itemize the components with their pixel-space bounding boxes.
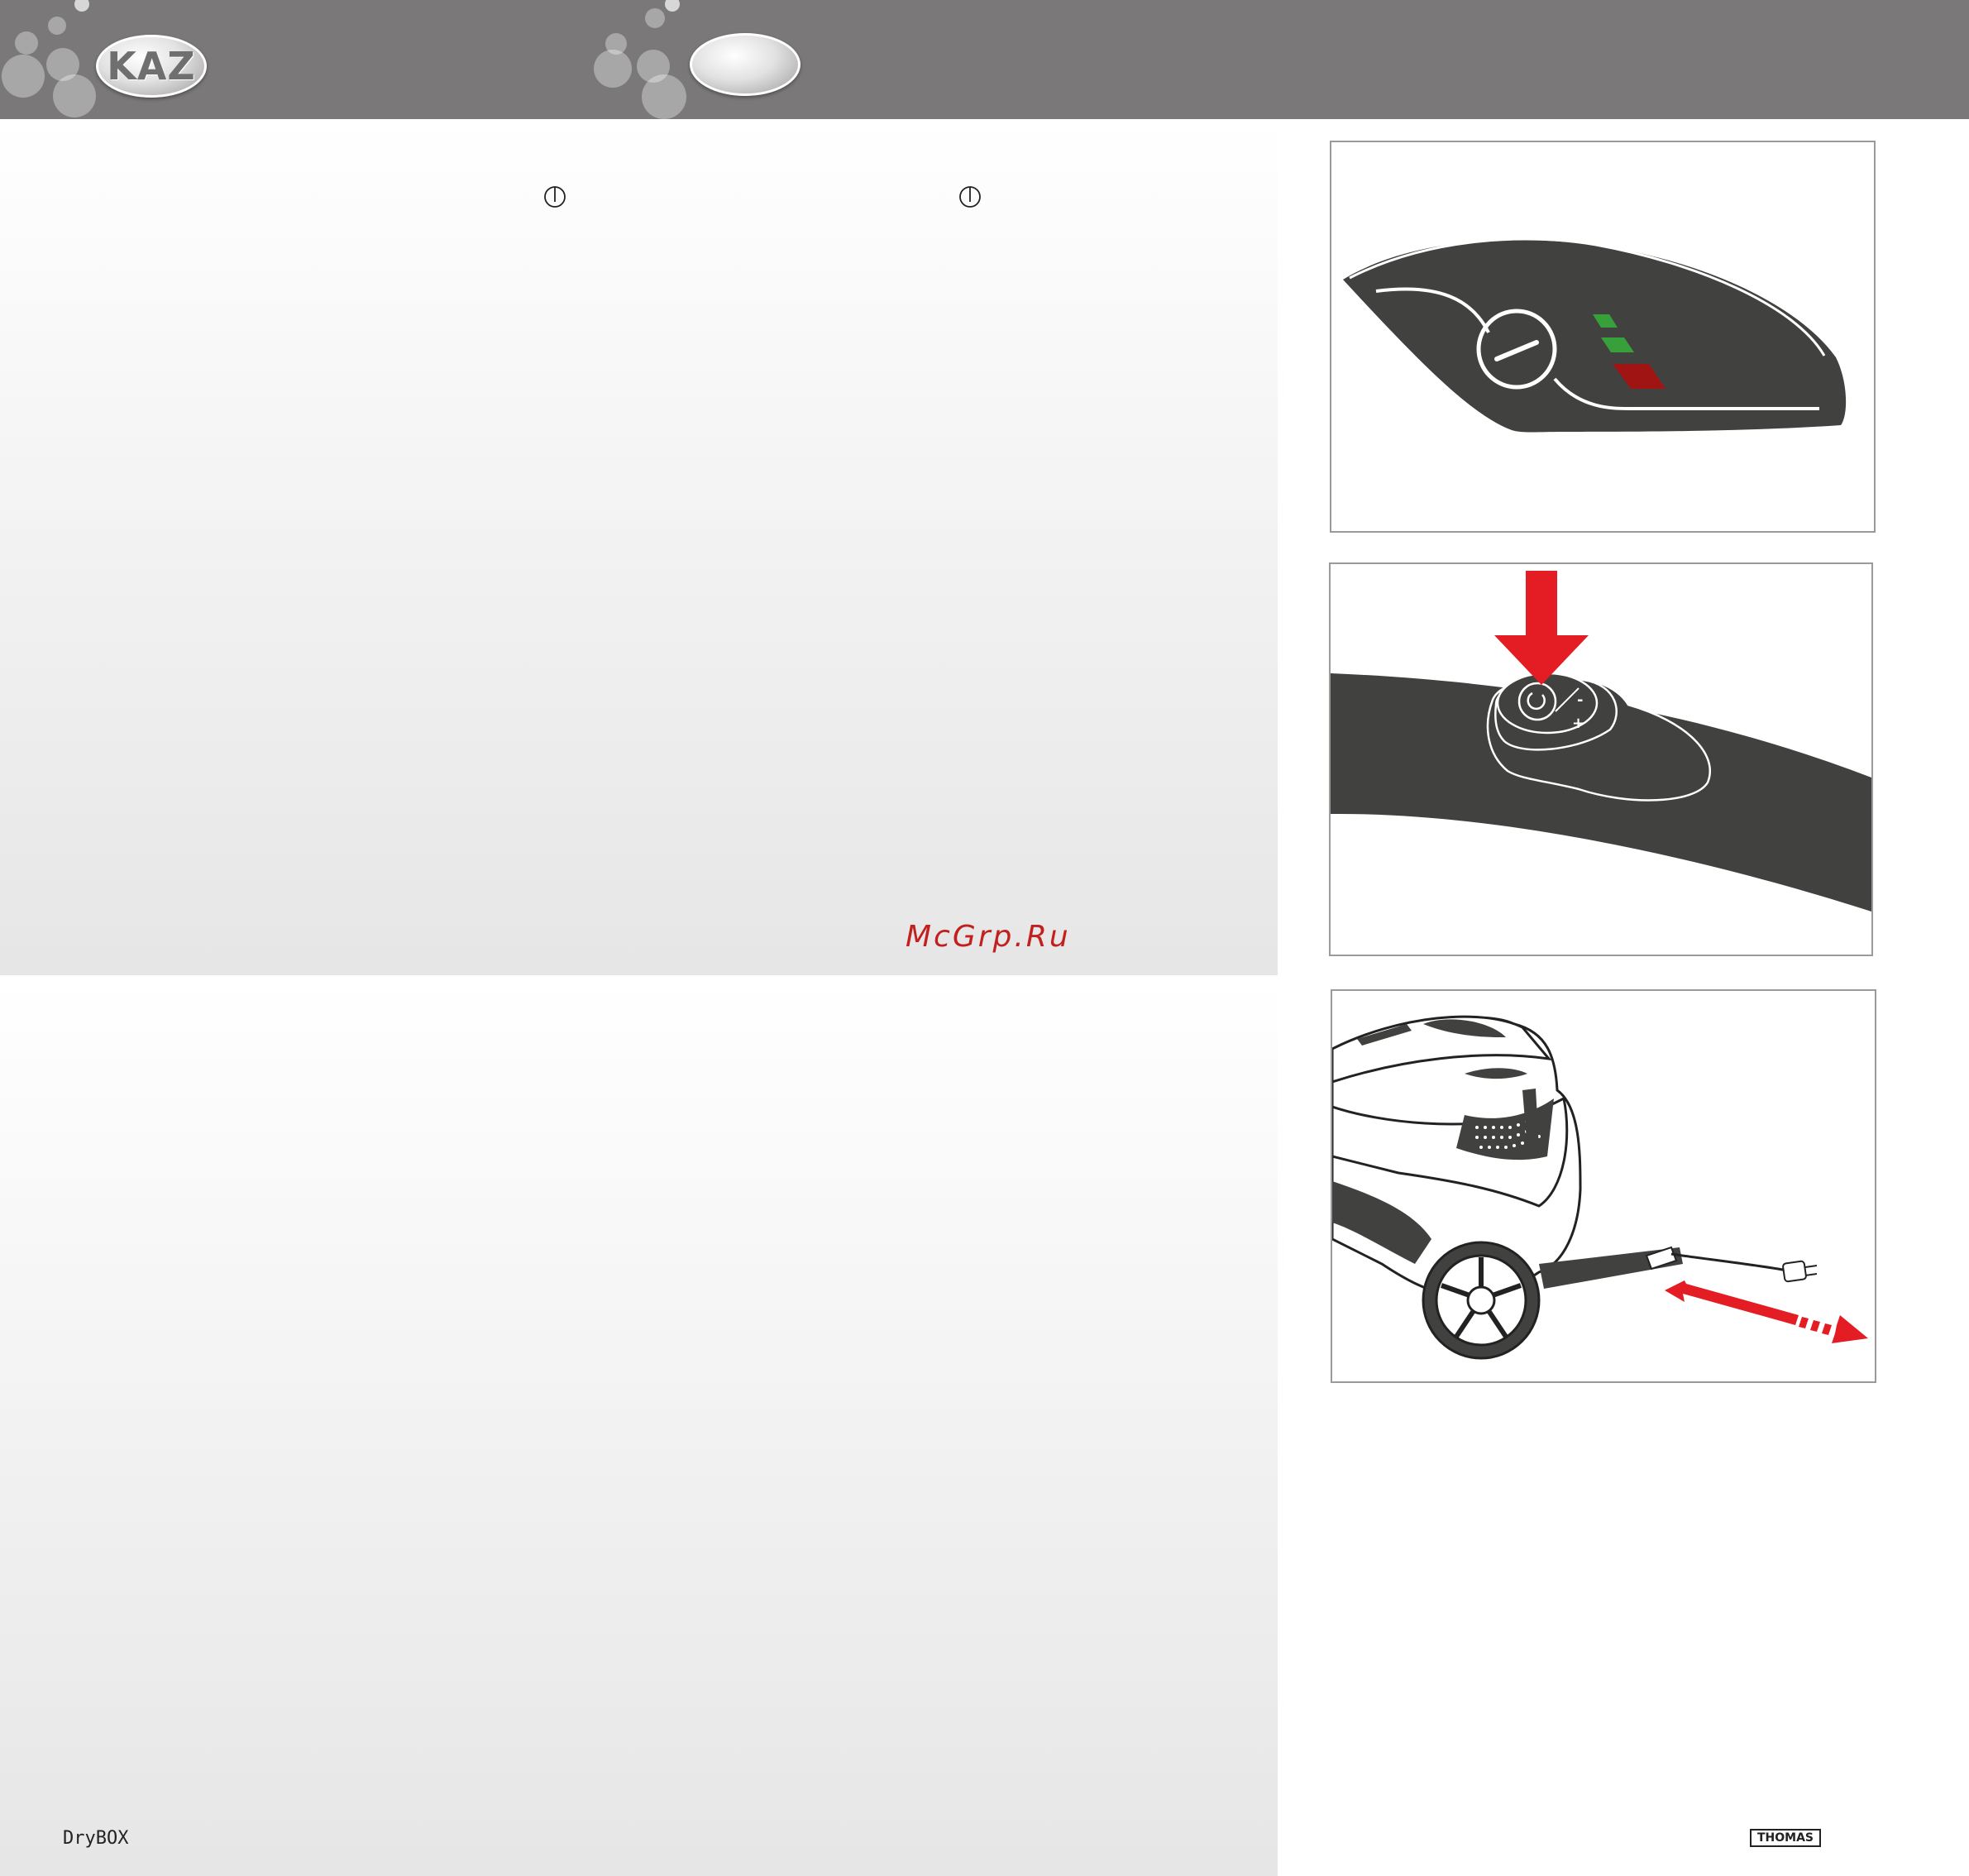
- power-symbol-icon: [959, 186, 981, 208]
- plug-icon: [1782, 1260, 1807, 1283]
- decor-bubble: [642, 74, 686, 119]
- watermark-text: McGrp.Ru: [906, 920, 1071, 954]
- control-panel-illustration: [1343, 237, 1847, 433]
- power-symbol-icon: [544, 186, 566, 208]
- pull-arrow-icon: [1665, 1280, 1799, 1325]
- minus-button-label: -: [1577, 692, 1583, 709]
- decor-bubble: [53, 74, 96, 117]
- decor-bubble: [15, 31, 38, 55]
- press-arrow-icon: [1494, 571, 1589, 685]
- decor-bubble: [74, 0, 89, 12]
- figure-control-panel: [1330, 141, 1876, 533]
- model-name: DryBOX: [63, 1828, 129, 1849]
- column-divider: [1278, 119, 1284, 1811]
- decor-bubble: [594, 50, 632, 88]
- language-logo-blank: [690, 33, 801, 96]
- decor-bubble: [645, 8, 665, 28]
- figure-handle-button: - +: [1329, 562, 1873, 956]
- text-panel-top: [0, 119, 1278, 975]
- decor-bubble: [605, 33, 627, 55]
- plus-button-label: +: [1572, 715, 1584, 732]
- figure-vacuum-cord: [1331, 989, 1876, 1383]
- text-panel-bottom: [0, 978, 1278, 1876]
- header-band: KAZ: [0, 0, 1969, 119]
- handle-button-illustration: - +: [1331, 571, 1871, 912]
- power-button-icon: [1517, 682, 1557, 721]
- decor-bubble: [665, 0, 680, 12]
- thomas-brand-logo: THOMAS: [1750, 1829, 1821, 1847]
- kaz-logo-text: KAZ: [107, 44, 196, 89]
- vacuum-cord-illustration: [1332, 1015, 1868, 1360]
- power-cord: [1670, 1252, 1788, 1272]
- decor-bubble: [2, 55, 45, 98]
- kaz-logo: KAZ: [96, 35, 207, 98]
- decor-bubble: [48, 17, 66, 35]
